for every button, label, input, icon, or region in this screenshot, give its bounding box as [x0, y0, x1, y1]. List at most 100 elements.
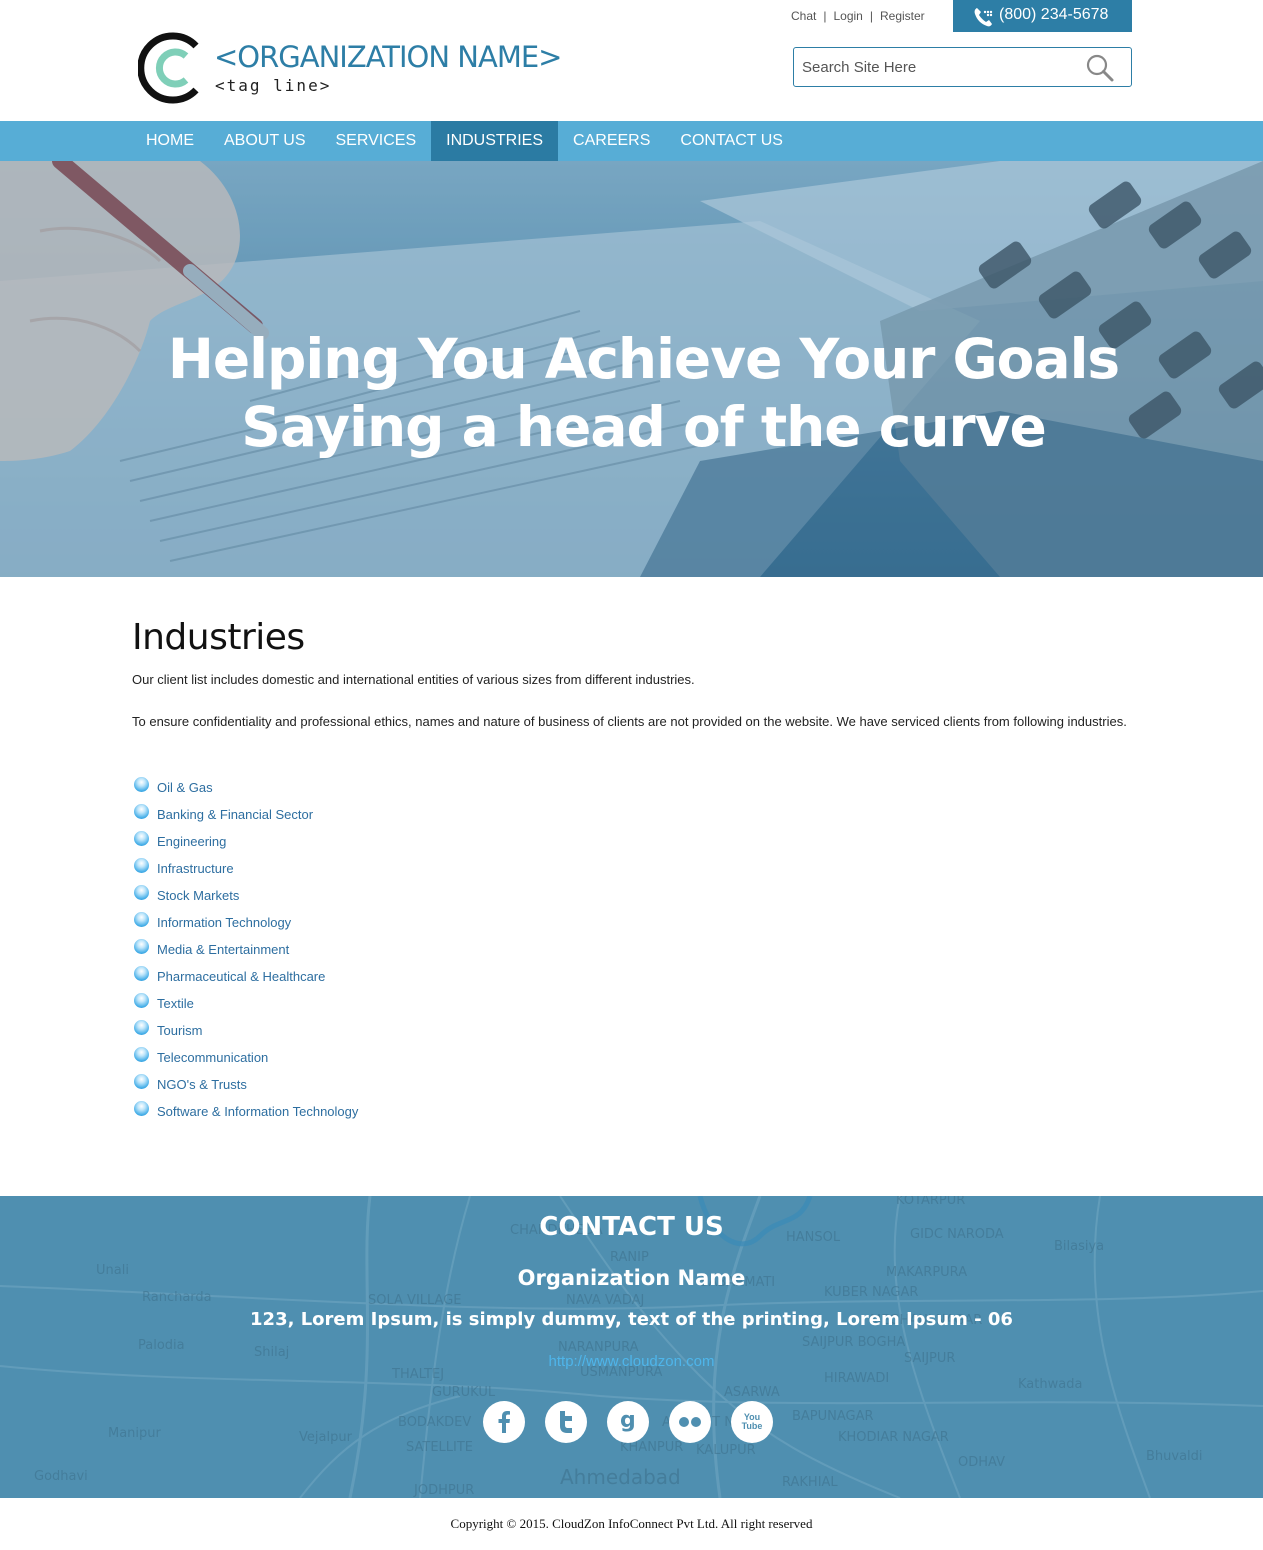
bullet-icon	[134, 830, 149, 846]
industry-label[interactable]: Software & Information Technology	[157, 1104, 358, 1119]
map-label: ODHAV	[958, 1455, 1005, 1470]
map-label: RANIP	[610, 1250, 649, 1265]
hero-subheadline: Saying a head of the curve	[241, 395, 1047, 459]
industry-label[interactable]: Telecommunication	[157, 1050, 268, 1065]
body-paragraph: To ensure confidentiality and profession…	[132, 714, 1127, 729]
search-icon[interactable]	[1085, 53, 1115, 83]
nav-item-about-us[interactable]: ABOUT US	[209, 121, 321, 161]
industry-label[interactable]: Media & Entertainment	[157, 942, 289, 957]
map-label: HIRAWADI	[824, 1371, 889, 1386]
industry-label[interactable]: Pharmaceutical & Healthcare	[157, 969, 325, 984]
industry-label[interactable]: NGO's & Trusts	[157, 1077, 247, 1092]
top-links: Chat | Login | Register	[791, 9, 925, 23]
phone-number[interactable]: (800) 234-5678	[999, 6, 1108, 24]
youtube-icon[interactable]: You Tube	[731, 1401, 773, 1443]
industry-item[interactable]: Stock Markets	[132, 882, 358, 909]
bullet-icon	[134, 911, 149, 927]
map-label: SAIJPUR BOGHA	[802, 1335, 905, 1350]
nav-item-contact-us[interactable]: CONTACT US	[665, 121, 798, 161]
nav-item-industries[interactable]: INDUSTRIES	[431, 121, 559, 161]
intro-paragraph: Our client list includes domestic and in…	[132, 672, 695, 687]
map-label: SOLA VILLAGE	[368, 1293, 462, 1308]
organization-logo-icon[interactable]	[137, 30, 210, 106]
youtube-text: You Tube	[742, 1412, 763, 1431]
industry-label[interactable]: Oil & Gas	[157, 780, 213, 795]
chat-link[interactable]: Chat	[791, 9, 816, 23]
google-icon[interactable]: g	[607, 1401, 649, 1443]
nav-item-home[interactable]: HOME	[131, 121, 209, 161]
tag-line: <tag line>	[215, 76, 332, 95]
hero-headline: Helping You Achieve Your Goals	[167, 327, 1120, 391]
contact-address: 123, Lorem Ipsum, is simply dummy, text …	[250, 1309, 1013, 1330]
map-label: Kathwada	[1018, 1377, 1082, 1392]
nav-item-services[interactable]: SERVICES	[321, 121, 432, 161]
bullet-icon	[134, 884, 149, 900]
map-label: JODHPUR	[413, 1483, 474, 1498]
page-title: Industries	[132, 617, 305, 658]
site-header: <ORGANIZATION NAME> <tag line> Chat | Logi…	[0, 0, 1263, 121]
industry-item[interactable]: Tourism	[132, 1017, 358, 1044]
industry-list: Oil & Gas Banking & Financial Sector Eng…	[132, 774, 358, 1125]
bullet-icon	[134, 776, 149, 792]
industry-item[interactable]: Media & Entertainment	[132, 936, 358, 963]
bullet-icon	[134, 803, 149, 819]
bullet-icon	[134, 1046, 149, 1062]
main-navigation: HOME ABOUT US SERVICES INDUSTRIES CAREER…	[0, 121, 1263, 161]
separator: |	[869, 9, 873, 23]
industry-item[interactable]: Engineering	[132, 828, 358, 855]
industry-label[interactable]: Infrastructure	[157, 861, 234, 876]
map-label: Bhuvaldi	[1146, 1449, 1203, 1464]
industry-item[interactable]: Banking & Financial Sector	[132, 801, 358, 828]
industry-label[interactable]: Tourism	[157, 1023, 203, 1038]
bullet-icon	[134, 1073, 149, 1089]
industry-label[interactable]: Textile	[157, 996, 194, 1011]
industry-label[interactable]: Stock Markets	[157, 888, 239, 903]
website-link[interactable]: http://www.cloudzon.com	[0, 1353, 1263, 1370]
industry-item[interactable]: Software & Information Technology	[132, 1098, 358, 1125]
phone-box[interactable]: (800) 234-5678	[953, 0, 1132, 32]
industry-label[interactable]: Information Technology	[157, 915, 291, 930]
industry-item[interactable]: Textile	[132, 990, 358, 1017]
search-box	[793, 47, 1132, 87]
industry-label[interactable]: Engineering	[157, 834, 226, 849]
bullet-icon	[134, 938, 149, 954]
organization-name[interactable]: <ORGANIZATION NAME>	[214, 40, 562, 74]
map-label: Godhavi	[34, 1469, 88, 1484]
bullet-icon	[134, 1100, 149, 1116]
bullet-icon	[134, 965, 149, 981]
map-label: KALUPUR	[696, 1443, 756, 1458]
hero-banner: Helping You Achieve Your Goals Saying a …	[0, 161, 1263, 577]
map-label: Vejalpur	[299, 1430, 353, 1445]
industry-label[interactable]: Banking & Financial Sector	[157, 807, 313, 822]
industry-item[interactable]: Infrastructure	[132, 855, 358, 882]
map-label: KOTARPUR	[896, 1196, 965, 1208]
industry-item[interactable]: Telecommunication	[132, 1044, 358, 1071]
map-label: Ahmedabad	[560, 1465, 681, 1489]
login-link[interactable]: Login	[833, 9, 862, 23]
map-label: Palodia	[138, 1338, 185, 1353]
industry-item[interactable]: Pharmaceutical & Healthcare	[132, 963, 358, 990]
contact-title: CONTACT US	[539, 1212, 724, 1242]
nav-item-careers[interactable]: CAREERS	[558, 121, 665, 161]
register-link[interactable]: Register	[880, 9, 925, 23]
map-label: Manipur	[108, 1426, 162, 1441]
map-label: Rancharda	[142, 1290, 212, 1305]
main-content: Industries Our client list includes dome…	[132, 617, 1132, 1119]
facebook-icon[interactable]	[483, 1401, 525, 1443]
industry-item[interactable]: NGO's & Trusts	[132, 1071, 358, 1098]
google-text: g	[620, 1410, 636, 1433]
map-label: SATELLITE	[406, 1440, 473, 1455]
copyright-text: Copyright © 2015. CloudZon InfoConnect P…	[450, 1516, 813, 1531]
twitter-icon[interactable]	[545, 1401, 587, 1443]
map-label: KHODIAR NAGAR	[838, 1430, 949, 1445]
phone-icon	[973, 6, 993, 28]
bullet-icon	[134, 1019, 149, 1035]
flickr-icon[interactable]	[669, 1401, 711, 1443]
industry-item[interactable]: Information Technology	[132, 909, 358, 936]
map-label: NAVA VADAJ	[566, 1293, 644, 1308]
separator: |	[823, 9, 827, 23]
bullet-icon	[134, 992, 149, 1008]
search-input[interactable]	[802, 56, 1072, 78]
map-label: ASARWA	[724, 1385, 780, 1400]
industry-item[interactable]: Oil & Gas	[132, 774, 358, 801]
